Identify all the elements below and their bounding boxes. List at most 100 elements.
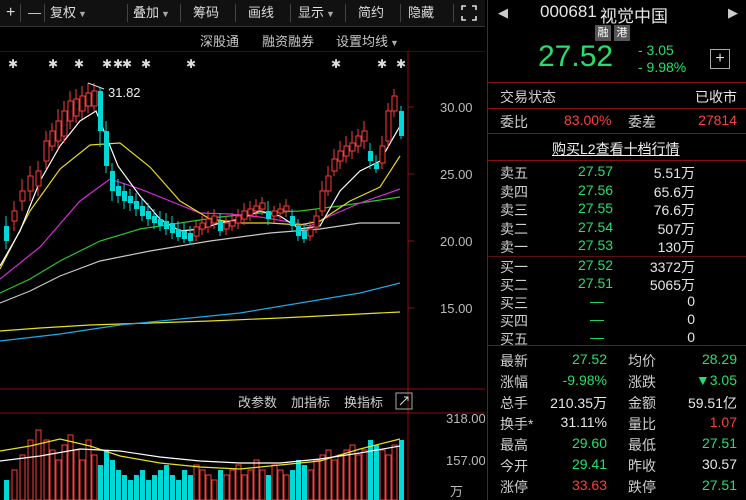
bid-row: 买四 —0 bbox=[488, 310, 746, 330]
chouma-button[interactable]: 筹码 bbox=[193, 3, 219, 23]
candle-body bbox=[313, 215, 320, 228]
candle-body bbox=[11, 210, 18, 222]
zoom-in-button[interactable]: + bbox=[6, 3, 15, 23]
candle-body bbox=[134, 201, 139, 209]
volume-bar bbox=[283, 474, 290, 500]
candle-body bbox=[205, 218, 212, 228]
volume-bar bbox=[122, 475, 127, 500]
separator bbox=[127, 4, 128, 22]
zoom-out-button[interactable]: — bbox=[28, 3, 41, 23]
stat-row: 涨停 33.63 跌停 27.51 bbox=[488, 476, 746, 496]
set-ma-menu[interactable]: 设置均线 ▼ bbox=[336, 31, 399, 50]
ask-price: 27.56 bbox=[578, 181, 614, 198]
fullscreen-button[interactable] bbox=[459, 3, 479, 23]
stat-label: 金额 bbox=[628, 395, 656, 411]
webi-label: 委比 bbox=[500, 114, 528, 130]
candle-body bbox=[152, 216, 157, 223]
margin-badge: 融 bbox=[595, 25, 611, 41]
price-tick: 25.00 bbox=[440, 167, 473, 182]
volume-tick: 157.00 bbox=[446, 453, 485, 468]
stat-row: 最高 29.60 最低 27.51 bbox=[488, 434, 746, 454]
yincang-button[interactable]: 隐藏 bbox=[408, 3, 434, 23]
divider bbox=[488, 160, 746, 161]
jianjie-button[interactable]: 简约 bbox=[358, 3, 384, 23]
volume-bar bbox=[391, 444, 398, 500]
ask-row: 卖五 27.57 5.51万 bbox=[488, 162, 746, 182]
divider bbox=[488, 345, 746, 346]
chart-toolbar: + — 复权 ▼ 叠加 ▼ 筹码 画线 显示 ▼ 简约 隐藏 bbox=[0, 0, 485, 27]
ask-price: 27.55 bbox=[578, 200, 614, 216]
candle-body bbox=[399, 111, 404, 136]
volume-bar bbox=[140, 470, 145, 500]
candle-body bbox=[79, 95, 86, 112]
stat-value: 27.51 bbox=[701, 477, 737, 493]
stat-label: 跌停 bbox=[628, 479, 656, 495]
volume-bar bbox=[247, 469, 254, 500]
stat-label: 最新 bbox=[500, 353, 528, 369]
l2-link[interactable]: 购买L2查看十档行情 bbox=[552, 139, 680, 159]
volume-bar bbox=[193, 464, 200, 500]
volume-bar bbox=[223, 474, 230, 500]
prev-stock-button[interactable]: ◀ bbox=[498, 5, 508, 21]
volume-bar bbox=[199, 469, 206, 500]
volume-bar bbox=[253, 459, 260, 500]
set-ma-label: 设置均线 bbox=[336, 34, 389, 49]
event-marker: ✱ bbox=[377, 57, 387, 71]
candle-body bbox=[253, 205, 260, 212]
candle-body bbox=[73, 98, 80, 117]
stat-value: 31.11% bbox=[560, 414, 607, 430]
next-stock-button[interactable]: ▶ bbox=[728, 5, 738, 21]
volume-bar bbox=[146, 480, 151, 500]
candle-body bbox=[325, 175, 332, 192]
candle-body bbox=[218, 221, 223, 231]
volume-bar bbox=[49, 449, 56, 500]
add-watchlist-button[interactable]: + bbox=[710, 49, 730, 69]
candle-body bbox=[110, 171, 115, 191]
stat-value: 27.52 bbox=[571, 351, 607, 367]
shengutong-link[interactable]: 深股通 bbox=[200, 31, 239, 50]
price-change: - 3.05 bbox=[638, 42, 674, 58]
volume-bar bbox=[235, 464, 242, 500]
huanzhibiao-button[interactable]: 换指标 bbox=[344, 395, 383, 410]
stat-value: ▼3.05 bbox=[695, 372, 737, 388]
candle-body bbox=[61, 110, 68, 137]
jiazhibiao-button[interactable]: 加指标 bbox=[291, 395, 330, 410]
volume-bar bbox=[43, 439, 50, 500]
quote-panel: ◀ ▶ 000681 视觉中国 融 港 27.52 - 3.05 - 9.98%… bbox=[487, 0, 746, 500]
volume-bar bbox=[211, 479, 218, 500]
stat-row: 总手 210.35万 金额 59.51亿 bbox=[488, 392, 746, 412]
ask-row: 卖三 27.55 76.6万 bbox=[488, 199, 746, 219]
volume-bar bbox=[164, 465, 169, 500]
price-change-pct: - 9.98% bbox=[638, 59, 687, 75]
candle-body bbox=[307, 228, 314, 237]
xianshi-menu[interactable]: 显示 ▼ bbox=[298, 3, 335, 23]
candle-body bbox=[4, 226, 9, 241]
candle-body bbox=[290, 216, 295, 226]
huaxian-button[interactable]: 画线 bbox=[248, 3, 274, 23]
fuquan-menu[interactable]: 复权 ▼ bbox=[50, 3, 87, 23]
kline-chart[interactable]: 30.00 25.00 20.00 15.00 318.00 157.00 万 … bbox=[0, 51, 485, 500]
volume-bar bbox=[188, 475, 193, 500]
divider bbox=[488, 108, 746, 109]
webi-row: 委比 83.00% 委差 27814 bbox=[488, 111, 746, 131]
bid-row: 买一 27.52 3372万 bbox=[488, 256, 746, 276]
bid-label: 买五 bbox=[500, 331, 528, 347]
volume-bar bbox=[67, 434, 74, 500]
chevron-down-icon: ▼ bbox=[390, 38, 399, 48]
volume-bar bbox=[61, 444, 68, 500]
candle-body bbox=[241, 210, 248, 220]
stat-value: -9.98% bbox=[562, 372, 607, 388]
diejia-menu[interactable]: 叠加 ▼ bbox=[133, 3, 170, 23]
gaicanshu-button[interactable]: 改参数 bbox=[238, 395, 277, 410]
separator bbox=[290, 4, 291, 22]
candle-body bbox=[361, 130, 368, 142]
stat-label: 量比 bbox=[628, 416, 656, 432]
stat-label: 昨收 bbox=[628, 458, 656, 474]
bid-price: — bbox=[590, 311, 604, 327]
candle-body bbox=[67, 100, 74, 122]
divider bbox=[488, 133, 746, 134]
ask-price: 27.57 bbox=[578, 163, 614, 179]
rongzirongquan-link[interactable]: 融资融券 bbox=[262, 31, 314, 50]
candle-body bbox=[43, 140, 50, 162]
volume-bar bbox=[361, 449, 368, 500]
